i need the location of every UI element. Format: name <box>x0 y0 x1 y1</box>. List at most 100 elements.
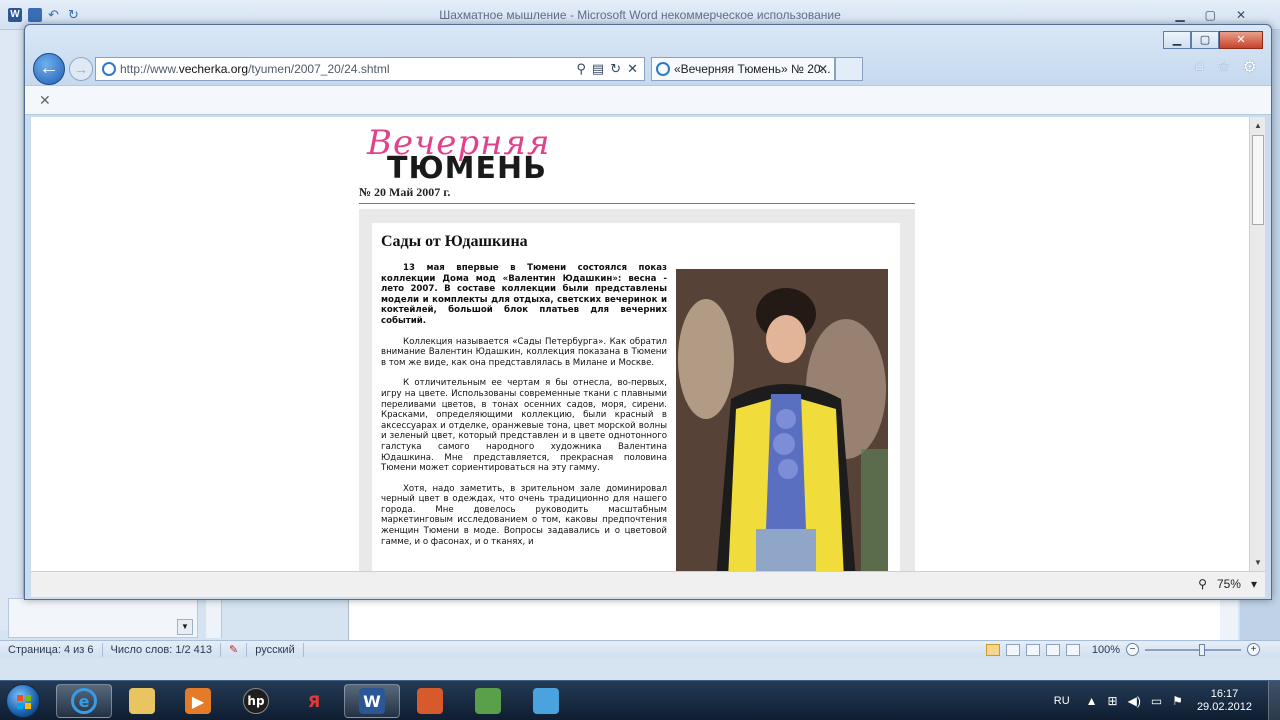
refresh-icon[interactable]: ↻ <box>610 61 621 77</box>
search-icon[interactable]: ⚲ <box>576 61 586 77</box>
monitor-icon[interactable]: ▭ <box>1151 694 1162 708</box>
header-divider <box>359 203 915 204</box>
address-url[interactable]: http://www.vecherka.org/tyumen/2007_20/2… <box>120 62 389 76</box>
volume-icon[interactable]: ◀) <box>1128 694 1141 708</box>
network-icon[interactable]: ⊞ <box>1108 694 1118 708</box>
zoom-slider-thumb[interactable] <box>1199 643 1205 656</box>
issue-number: № 20 Май 2007 г. <box>359 185 451 199</box>
spelling-check-icon[interactable]: ✎ <box>221 642 248 657</box>
address-tools: ⚲ ▤ ↻ ✕ <box>576 61 638 77</box>
internet-explorer-icon: e <box>71 688 97 714</box>
word-close-icon[interactable]: ✕ <box>1236 8 1246 22</box>
draft-view-icon[interactable] <box>1065 643 1080 656</box>
favorites-star-icon[interactable]: ☆ <box>1216 57 1230 77</box>
outline-view-icon[interactable] <box>1045 643 1060 656</box>
article-lead: 13 мая впервые в Тюмени состоялся показ … <box>381 263 667 326</box>
infobar-close-icon[interactable]: ✕ <box>39 92 51 109</box>
tab-page-icon <box>656 62 670 76</box>
article-title: Сады от Юдашкина <box>381 233 528 250</box>
ie-notification-bar: ✕ <box>25 85 1271 115</box>
word-vertical-scrollbar[interactable] <box>1220 598 1238 640</box>
windows-flag-icon <box>17 695 31 709</box>
zoom-slider[interactable] <box>1145 643 1241 656</box>
ie-close-icon[interactable]: ✕ <box>1219 31 1263 49</box>
taskbar-ie-button[interactable]: e <box>56 684 112 718</box>
browser-tab[interactable]: «Вечерняя Тюмень» № 20... ✕ <box>651 57 835 81</box>
compatibility-view-icon[interactable]: ▤ <box>592 61 604 77</box>
language-indicator[interactable]: RU <box>1054 695 1070 707</box>
taskbar-word-button[interactable]: W <box>344 684 400 718</box>
action-center-flag-icon[interactable]: ⚑ <box>1172 694 1183 708</box>
tab-title: «Вечерняя Тюмень» № 20... <box>674 62 831 76</box>
word-maximize-icon[interactable]: ▢ <box>1205 8 1216 22</box>
show-desktop-button[interactable] <box>1268 681 1280 720</box>
tab-close-icon[interactable]: ✕ <box>818 62 828 76</box>
zoom-out-icon[interactable]: − <box>1126 643 1139 656</box>
ie-page-icon <box>102 62 116 76</box>
new-tab-button[interactable] <box>835 57 863 81</box>
taskbar-paint-button[interactable] <box>518 684 574 718</box>
address-bar[interactable]: http://www.vecherka.org/tyumen/2007_20/2… <box>95 57 645 81</box>
word-navigation-pane: ▼ <box>8 598 198 638</box>
ie-toolbar: ▁ ▢ ✕ ← → http://www.vecherka.org/tyumen… <box>25 25 1271 93</box>
ie-zoom-level[interactable]: 75% <box>1217 577 1241 591</box>
word-window-controls: ▁ ▢ ✕ <box>1175 8 1246 22</box>
clock-time: 16:17 <box>1210 688 1239 700</box>
users-icon <box>475 688 501 714</box>
zoom-dropdown-icon[interactable]: ▾ <box>1251 577 1257 591</box>
word-window-title: Шахматное мышление - Microsoft Word неко… <box>439 8 841 22</box>
ie-vertical-scrollbar[interactable]: ▲ ▼ <box>1249 117 1265 571</box>
article: Сады от Юдашкина 13 мая впервые в Тюмени… <box>372 223 900 571</box>
home-icon[interactable]: ⌂ <box>1195 57 1205 77</box>
ie-maximize-icon[interactable]: ▢ <box>1191 31 1219 49</box>
archive-icon <box>417 688 443 714</box>
taskbar-hp-button[interactable]: hp <box>228 684 284 718</box>
clock[interactable]: 16:17 29.02.2012 <box>1197 688 1252 714</box>
taskbar-app-button[interactable] <box>402 684 458 718</box>
web-layout-icon[interactable] <box>1025 643 1040 656</box>
scroll-down-arrow-icon[interactable]: ▼ <box>1254 558 1262 567</box>
ie-minimize-icon[interactable]: ▁ <box>1163 31 1191 49</box>
scroll-up-arrow-icon[interactable]: ▲ <box>1254 121 1262 130</box>
scroll-thumb[interactable] <box>1252 135 1264 225</box>
folder-icon <box>129 688 155 714</box>
taskbar-users-button[interactable] <box>460 684 516 718</box>
taskbar-media-button[interactable]: ▶ <box>170 684 226 718</box>
settings-gear-icon[interactable]: ⚙ <box>1243 57 1257 77</box>
scroll-down-icon[interactable]: ▼ <box>177 619 193 635</box>
ie-status-bar: ⚲ 75% ▾ <box>31 571 1265 597</box>
language-indicator[interactable]: русский <box>247 642 304 657</box>
hp-icon: hp <box>243 688 269 714</box>
taskbar-yandex-button[interactable]: Я <box>286 684 342 718</box>
word-icon: W <box>359 688 385 714</box>
zoom-in-icon[interactable]: + <box>1247 643 1260 656</box>
ie-command-icons: ⌂ ☆ ⚙ <box>1195 57 1257 77</box>
start-button[interactable] <box>6 684 40 718</box>
vertical-ruler <box>206 598 222 638</box>
article-photo <box>676 269 888 571</box>
page-count[interactable]: Страница: 4 из 6 <box>0 642 103 657</box>
tray-icons: ▲ ⊞ ◀) ▭ ⚑ <box>1086 694 1183 708</box>
view-and-zoom: 100% − + <box>985 643 1260 656</box>
back-arrow-icon[interactable]: ← <box>33 53 65 85</box>
article-paragraph: Коллекция называется «Сады Петербурга». … <box>381 336 667 368</box>
word-minimize-icon[interactable]: ▁ <box>1175 8 1184 22</box>
logo-main-text: ТЮМЕНЬ <box>387 151 547 186</box>
article-paragraph: К отличительным ее чертам я бы отнесла, … <box>381 378 667 474</box>
ie-zoom[interactable]: ⚲ 75% ▾ <box>1198 577 1257 591</box>
taskbar: e ▶ hp Я W RU ▲ ⊞ ◀) ▭ ⚑ 16:17 29.02.201… <box>0 680 1280 720</box>
word-ribbon-edge <box>0 30 24 630</box>
forward-arrow-icon[interactable]: → <box>69 57 93 81</box>
document-page[interactable] <box>348 598 1220 640</box>
zoom-level[interactable]: 100% <box>1092 644 1120 656</box>
print-layout-icon[interactable] <box>985 643 1000 656</box>
stop-icon[interactable]: ✕ <box>627 61 638 77</box>
taskbar-explorer-button[interactable] <box>114 684 170 718</box>
zoom-magnifier-icon: ⚲ <box>1198 577 1207 591</box>
article-paragraph: Хотя, надо заметить, в зрительном зале д… <box>381 483 667 547</box>
ie-window: ▁ ▢ ✕ ← → http://www.vecherka.org/tyumen… <box>24 24 1272 600</box>
word-count[interactable]: Число слов: 1/2 413 <box>103 642 222 657</box>
show-hidden-icons-icon[interactable]: ▲ <box>1086 694 1098 708</box>
system-tray: RU ▲ ⊞ ◀) ▭ ⚑ 16:17 29.02.2012 <box>1054 681 1280 720</box>
full-screen-reading-icon[interactable] <box>1005 643 1020 656</box>
